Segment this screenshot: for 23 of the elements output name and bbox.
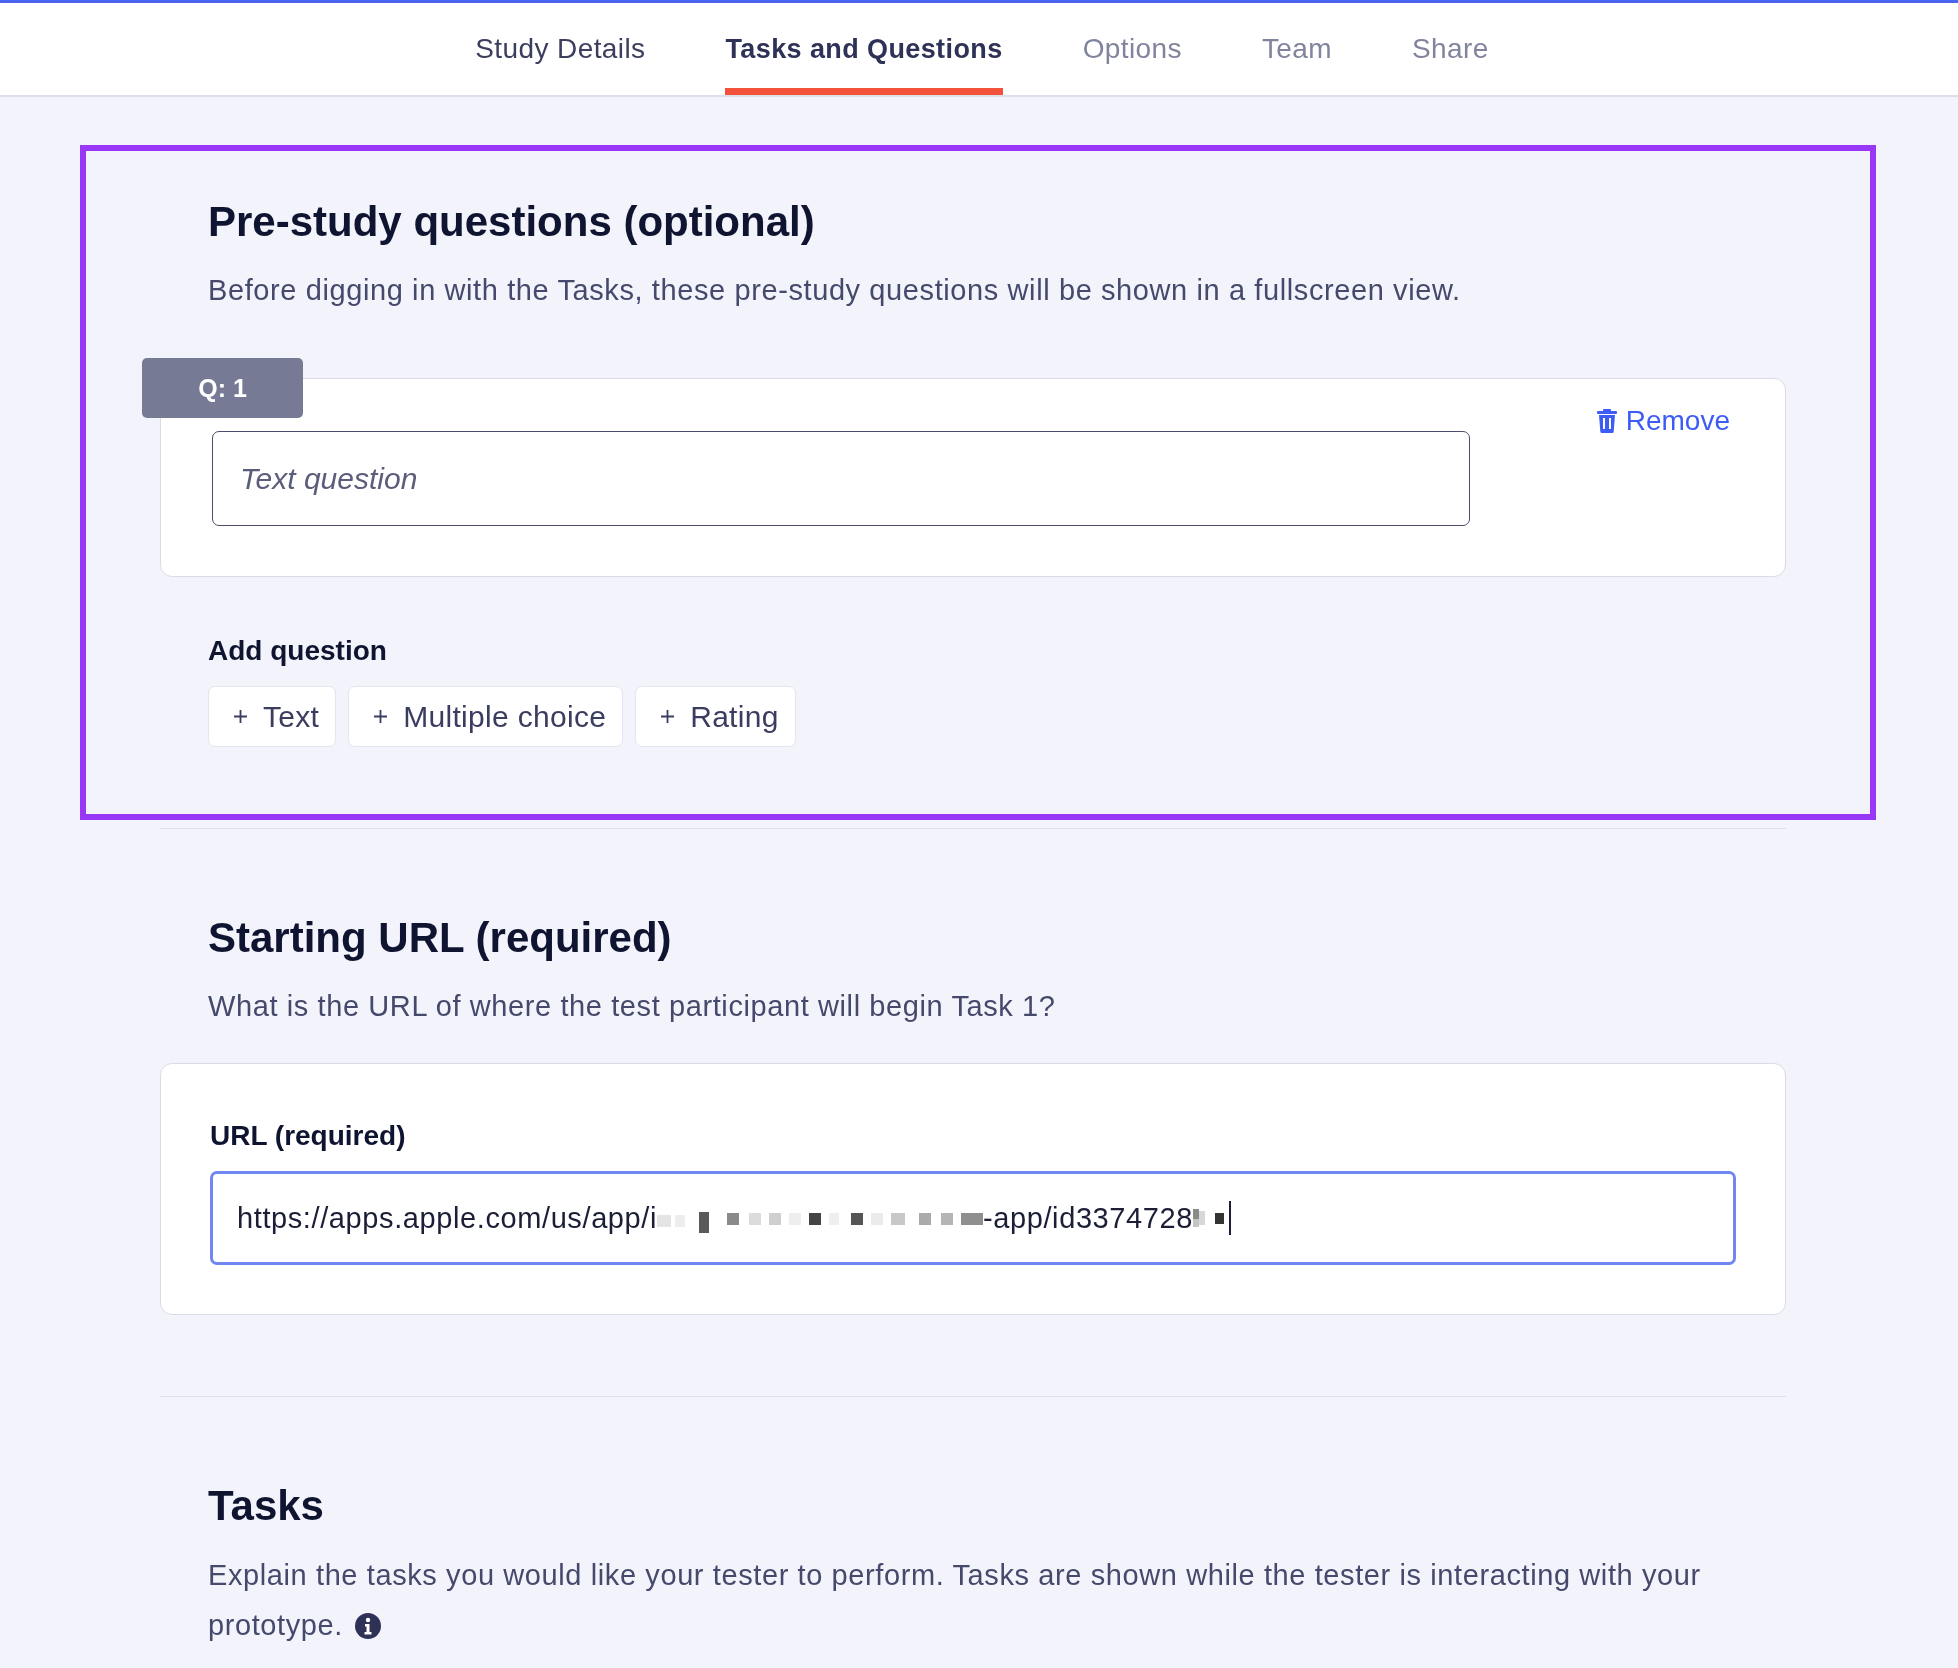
tab[interactable]: Study Details — [475, 3, 646, 95]
add-question-button[interactable]: Multiple choice — [348, 686, 624, 747]
add-question-button[interactable]: Text — [208, 686, 337, 747]
add-question-button[interactable]: Rating — [635, 686, 796, 747]
info-icon[interactable] — [355, 1613, 381, 1639]
section-title: Pre-study questions (optional) — [208, 197, 816, 247]
question-number-badge: Q: 1 — [142, 358, 303, 418]
section-description: Before digging in with the Tasks, these pre-study questions will be shown in a fullscreen view. — [208, 273, 1462, 308]
question-input[interactable]: Text question — [212, 431, 1470, 526]
field-label: URL (required) — [210, 1119, 407, 1153]
section-description: What is the URL of where the test participant will begin Task 1? — [208, 989, 1057, 1024]
section-title: Starting URL (required) — [208, 913, 673, 963]
url-field[interactable]: https://apps.apple.com/us/app/i -app/id3374728 — [210, 1171, 1736, 1265]
tab[interactable]: Tasks and Questions — [725, 3, 1003, 95]
plus-icon — [234, 710, 247, 723]
remove-link[interactable]: Remove — [1596, 404, 1730, 438]
plus-icon — [374, 710, 388, 723]
section-description: Explain the tasks you would like your tester to perform. Tasks are shown while the tester is interacting with your prototype. — [208, 1558, 1702, 1643]
trash-icon — [1596, 409, 1617, 433]
plus-icon — [661, 710, 675, 723]
text-cursor-icon — [1229, 1201, 1231, 1235]
add-question-label: Add question — [208, 634, 388, 668]
section-title: Tasks — [208, 1481, 325, 1531]
